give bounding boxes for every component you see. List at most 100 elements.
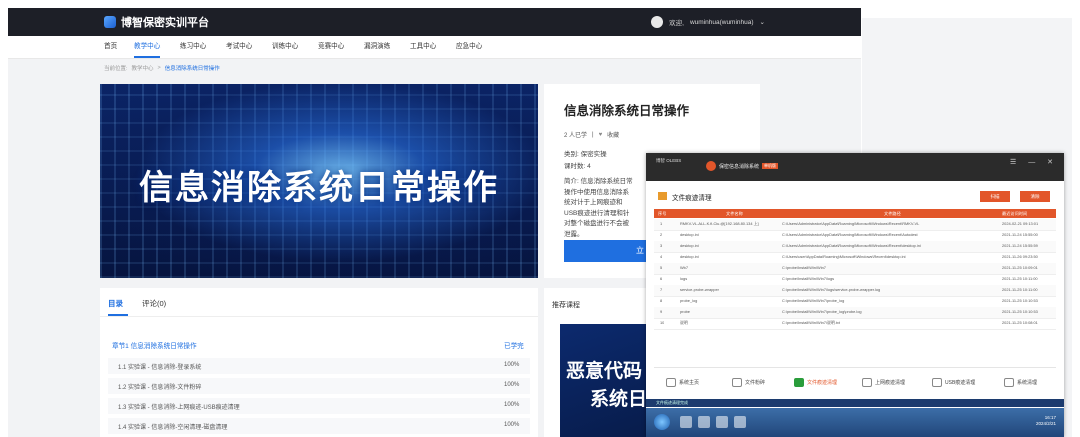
cell-path: C:\probe\Install\Win\Win7	[782, 265, 826, 270]
lesson-row[interactable]: 1.2 实验课 - 信息消除-文件粉碎 100%	[108, 378, 530, 394]
tool-label: 上网痕迹清理	[875, 380, 906, 386]
platform-logo[interactable]: 博智保密实训平台	[104, 14, 209, 30]
tool-label: 系统主页	[679, 380, 700, 386]
lesson-title: 1.1 实验课 - 信息消除-登录系统	[118, 365, 202, 371]
globe-icon	[862, 378, 872, 387]
system-clock[interactable]: 16:17 2024/2/21	[1036, 415, 1056, 427]
tool-usb-trace[interactable]: USB痕迹清理	[932, 378, 975, 387]
app-title: 保密信息消除系统 单机版	[706, 161, 779, 171]
cell-time: 2021-11-26 09:23:50	[1002, 254, 1038, 259]
course-title: 信息消除系统日常操作	[564, 104, 690, 118]
tool-shred[interactable]: 文件粉碎	[732, 378, 765, 387]
cell-path: C:\probe\Install\Win\Win7\probe_log\prob…	[782, 309, 862, 314]
active-tab-indicator	[108, 314, 128, 316]
chevron-down-icon: ⌄	[759, 19, 765, 26]
cell-name: desktop.ini	[680, 243, 699, 248]
cell-name: desktop.ini	[680, 232, 699, 237]
lesson-progress: 100%	[504, 402, 520, 408]
thumb-line-2: 系统日	[590, 389, 648, 410]
tool-system-clean[interactable]: 系统清理	[1004, 378, 1037, 387]
lesson-progress: 100%	[504, 382, 520, 388]
lesson-row[interactable]: 1.1 实验课 - 信息消除-登录系统 100%	[108, 358, 530, 374]
chapter-title[interactable]: 章节1 信息消除系统日常操作	[112, 340, 197, 350]
cell-time: 2021-11-25 10:11:00	[1002, 276, 1038, 281]
tool-home[interactable]: 系统主页	[666, 378, 699, 387]
clean-button[interactable]: 清除	[1020, 191, 1050, 202]
scan-button[interactable]: 扫描	[980, 191, 1010, 202]
cell-name: service-probe-wrapper	[680, 287, 719, 292]
clock-date: 2024/2/21	[1035, 421, 1056, 426]
lesson-title: 1.3 实验课 - 信息消除-上网痕迹-USB痕迹清理	[118, 405, 240, 411]
cell-index: 2	[660, 232, 663, 237]
tool-file-trace[interactable]: 文件痕迹清理	[794, 378, 837, 387]
lesson-progress: 100%	[504, 362, 520, 368]
nav-training-center[interactable]: 训练中心	[272, 36, 298, 58]
nav-tool-center[interactable]: 工具中心	[410, 36, 436, 58]
col-name: 文件名称	[726, 211, 743, 216]
nav-vuln-drill[interactable]: 漏洞演练	[364, 36, 390, 58]
breadcrumb-prefix: 当前位置:	[104, 66, 128, 72]
tab-comments[interactable]: 评论(0)	[142, 298, 166, 309]
lesson-row[interactable]: 1.3 实验课 - 信息消除-上网痕迹-USB痕迹清理 100%	[108, 398, 530, 414]
file-trace-icon	[794, 378, 804, 387]
course-hero-image: 信息消除系统日常操作	[100, 84, 538, 278]
nav-practice-center[interactable]: 练习中心	[180, 36, 206, 58]
breadcrumb: 当前位置: 教学中心 > 信息消除系统日常操作	[104, 62, 220, 74]
cell-name: 说明	[680, 320, 688, 325]
taskbar-media-icon[interactable]	[716, 416, 728, 428]
logo-text: 博智保密实训平台	[121, 17, 209, 29]
user-menu[interactable]: 欢迎, wuminhua(wuminhua) ⌄	[651, 14, 765, 30]
top-bar: 博智保密实训平台 欢迎, wuminhua(wuminhua) ⌄	[8, 8, 861, 36]
cell-index: 10	[660, 320, 665, 325]
nav-teaching-center[interactable]: 教学中心	[134, 36, 161, 58]
cell-name: probe	[680, 309, 690, 314]
nav-emergency-center[interactable]: 应急中心	[456, 36, 482, 58]
nav-exam-center[interactable]: 考试中心	[226, 36, 252, 58]
start-button[interactable]	[654, 414, 670, 430]
folder-icon	[658, 192, 667, 200]
heart-icon[interactable]: ♥	[599, 132, 603, 138]
tab-catalog[interactable]: 目录	[108, 298, 123, 309]
cell-path: C:\Users\Administrator\AppData\Roaming\M…	[782, 232, 918, 237]
username: wuminhua(wuminhua)	[689, 18, 754, 26]
nav-competition-center[interactable]: 竞赛中心	[318, 36, 344, 58]
taskbar-app-icon[interactable]	[734, 416, 746, 428]
cell-name: logs	[680, 276, 688, 281]
table-row[interactable]: 10 说明 C:\probe\Install\Win\Win7\说明.txt 2021…	[654, 318, 1056, 330]
cell-time: 2021-11-24 15:55:59	[1002, 243, 1038, 248]
favorite-label[interactable]: 收藏	[607, 130, 619, 139]
breadcrumb-separator: >	[157, 65, 161, 71]
app-titlebar[interactable]: 博智 OLEBS 保密信息消除系统 单机版 ☰ — ✕	[646, 153, 1064, 181]
tool-label: 文件痕迹清理	[807, 380, 838, 386]
stats-separator: |	[592, 131, 594, 138]
cell-path: C:\probe\Install\Win\Win7\logs	[782, 276, 835, 281]
cell-path: C:\Users\Administrator\AppData\Roaming\M…	[782, 243, 921, 248]
cell-time: 2021-11-25 10:11:00	[1002, 287, 1038, 292]
course-category: 类别: 保密实操	[564, 151, 607, 158]
cell-path: C:\probe\Install\Win\Win7\probe_log	[782, 298, 845, 303]
cell-time: 2021-11-25 10:08:01	[1002, 320, 1038, 325]
recommended-title: 推荐课程	[552, 302, 580, 309]
tool-bar: 系统主页 文件粉碎 文件痕迹清理 上网痕迹清理 USB痕迹清理 系统清理	[654, 367, 1056, 398]
taskbar-ie-icon[interactable]	[680, 416, 692, 428]
main-nav: 首页 教学中心 练习中心 考试中心 训练中心 竞赛中心 漏洞演练 工具中心 应急…	[8, 36, 861, 59]
cell-index: 3	[660, 243, 663, 248]
app-icon	[706, 161, 716, 171]
broom-icon	[1004, 378, 1014, 387]
logo-icon	[104, 16, 116, 28]
taskbar-explorer-icon[interactable]	[698, 416, 710, 428]
cell-index: 4	[660, 254, 663, 259]
thumb-line-1: 恶意代码	[566, 361, 643, 382]
chapter-status: 已学完	[504, 343, 524, 350]
nav-home[interactable]: 首页	[104, 36, 117, 58]
avatar	[651, 16, 664, 28]
lesson-title: 1.2 实验课 - 信息消除-文件粉碎	[118, 385, 202, 391]
tool-web-trace[interactable]: 上网痕迹清理	[862, 378, 905, 387]
home-icon	[666, 378, 676, 387]
cell-index: 1	[660, 221, 663, 226]
usb-icon	[932, 378, 942, 387]
lesson-row[interactable]: 1.4 实验课 - 信息消除-空闲清理-磁盘清理 100%	[108, 418, 530, 434]
breadcrumb-level1[interactable]: 教学中心	[132, 64, 154, 72]
window-controls[interactable]: ☰ — ✕	[1010, 158, 1058, 166]
course-stats: 2 人已学 | ♥ 收藏	[564, 130, 619, 140]
